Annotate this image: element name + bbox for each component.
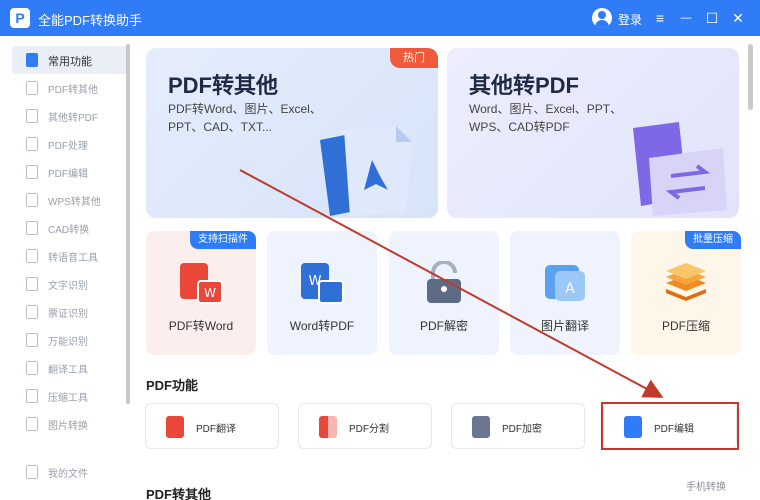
mobile-convert-link[interactable]: 手机转换 <box>686 478 726 493</box>
annotation-arrow <box>239 169 664 398</box>
pdf-to-other-section-title: PDF转其他 <box>146 487 212 500</box>
